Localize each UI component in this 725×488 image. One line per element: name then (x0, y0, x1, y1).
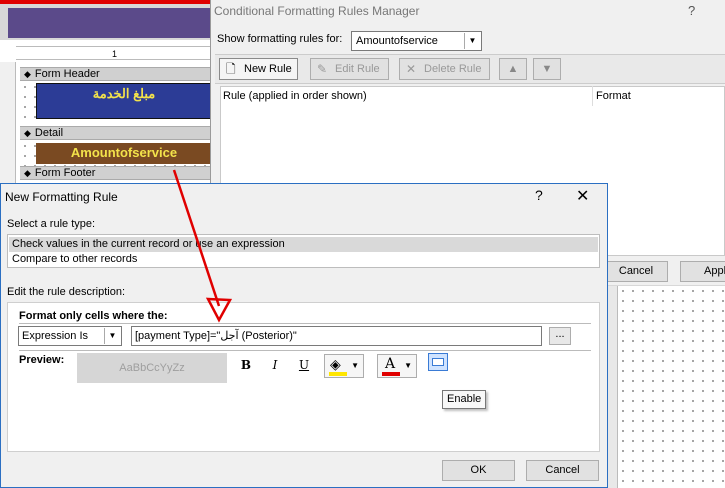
preview-box: AaBbCcYyZz (77, 353, 227, 383)
new-rule-label: New Rule (244, 63, 292, 75)
form-header-label: Form Header (34, 68, 100, 80)
rule-type-item[interactable]: Compare to other records (9, 252, 598, 267)
format-only-label: Format only cells where the: (19, 310, 168, 322)
arrow-up-icon: ▲ (507, 63, 519, 75)
fill-color-button[interactable]: ◈ ▼ (324, 354, 364, 378)
help-button[interactable]: ? (535, 187, 543, 203)
form-header-bar[interactable]: ◆ Form Header (20, 67, 212, 81)
enable-tooltip: Enable (442, 390, 487, 409)
form-top-bar (8, 8, 212, 38)
expression-input[interactable]: [payment Type]="آجل (Posterior)" (131, 326, 542, 346)
field-name-text: Amountofservice (70, 145, 178, 160)
ruler-mark: 1 (112, 49, 118, 59)
edit-rule-button[interactable]: ✎ Edit Rule (310, 58, 389, 80)
section-collapse-icon: ◆ (24, 69, 31, 79)
amountofservice-field-control[interactable]: Amountofservice (36, 143, 212, 164)
arabic-label-text: مبلغ الخدمة (92, 86, 156, 101)
show-rules-for-select[interactable]: Amountofservice ▼ (351, 31, 482, 51)
font-color-button[interactable]: A ▼ (377, 354, 417, 378)
close-icon[interactable]: ✕ (576, 186, 589, 206)
show-rules-for-label: Show formatting rules for: (217, 33, 343, 45)
move-down-button[interactable]: ▼ (533, 58, 561, 80)
dialog-title: New Formatting Rule (5, 190, 118, 204)
edit-description-label: Edit the rule description: (7, 286, 126, 298)
edit-rule-label: Edit Rule (335, 63, 380, 75)
bold-button[interactable]: B (237, 356, 255, 374)
font-color-icon: A (385, 356, 396, 372)
move-up-button[interactable]: ▲ (499, 58, 527, 80)
horizontal-ruler: 1 (16, 46, 212, 60)
cancel-button[interactable]: Cancel (526, 460, 599, 481)
chevron-down-icon: ▼ (104, 328, 120, 344)
row-selector-column[interactable] (0, 62, 16, 185)
ok-button[interactable]: OK (442, 460, 515, 481)
show-rules-for-value: Amountofservice (356, 35, 438, 47)
delete-rule-button[interactable]: ✕ Delete Rule (399, 58, 490, 80)
fill-color-swatch (329, 372, 347, 376)
separator (19, 350, 591, 351)
help-button[interactable]: ? (688, 3, 695, 18)
separator (19, 323, 591, 324)
paint-bucket-icon: ◈ (330, 356, 341, 372)
edit-icon: ✎ (317, 62, 328, 76)
column-divider (592, 86, 593, 106)
design-grid-right (608, 286, 725, 488)
underline-button[interactable]: U (295, 356, 313, 374)
chevron-down-icon: ▼ (464, 33, 480, 49)
section-collapse-icon: ◆ (24, 168, 31, 178)
expression-builder-button[interactable]: ... (549, 327, 571, 345)
delete-rule-label: Delete Rule (424, 63, 482, 75)
detail-label: Detail (34, 127, 64, 139)
condition-type-value: Expression Is (22, 330, 89, 342)
italic-button[interactable]: I (266, 356, 284, 374)
rules-manager-title: Conditional Formatting Rules Manager (214, 4, 420, 18)
apply-button[interactable]: Apply (680, 261, 725, 282)
row-selector-right (608, 286, 618, 488)
chevron-down-icon: ▼ (351, 361, 359, 370)
format-column-header: Format (596, 90, 631, 102)
chevron-down-icon: ▼ (404, 361, 412, 370)
new-rule-icon: 🗋 (226, 62, 236, 76)
form-footer-bar[interactable]: ◆ Form Footer (20, 166, 212, 180)
rules-cancel-button[interactable]: Cancel (604, 261, 668, 282)
rule-column-header: Rule (applied in order shown) (223, 90, 367, 102)
form-footer-label: Form Footer (34, 167, 96, 179)
service-amount-label-control[interactable]: مبلغ الخدمة (36, 83, 212, 119)
arrow-down-icon: ▼ (541, 63, 553, 75)
rule-type-item[interactable]: Check values in the current record or us… (9, 237, 598, 252)
font-color-swatch (382, 372, 400, 376)
enable-icon (432, 358, 444, 366)
new-rule-button[interactable]: 🗋 New Rule (219, 58, 298, 80)
selection-highlight (0, 0, 212, 4)
delete-icon: ✕ (406, 62, 417, 76)
section-collapse-icon: ◆ (24, 128, 31, 138)
preview-label: Preview: (19, 354, 65, 366)
select-rule-type-label: Select a rule type: (7, 218, 96, 230)
enable-toggle-button[interactable] (428, 353, 448, 371)
condition-type-select[interactable]: Expression Is ▼ (18, 326, 122, 346)
detail-section-bar[interactable]: ◆ Detail (20, 126, 212, 140)
